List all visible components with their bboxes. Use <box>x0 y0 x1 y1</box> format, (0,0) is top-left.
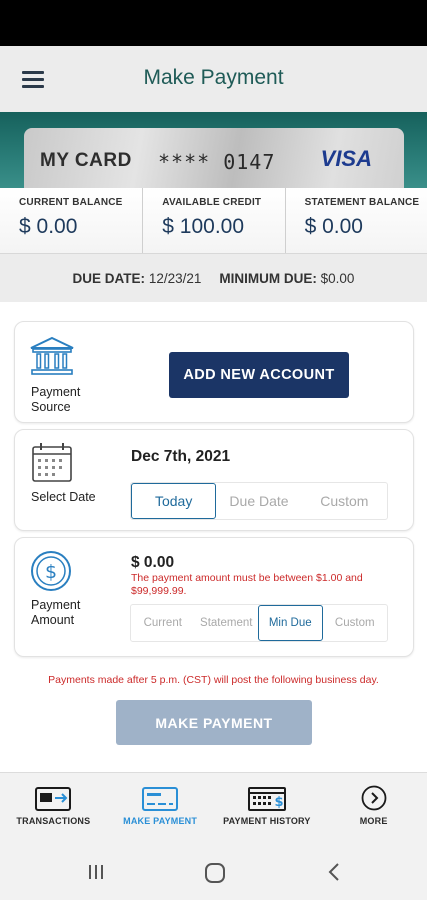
payment-amount-value[interactable]: $ 0.00 <box>131 554 174 572</box>
add-new-account-button[interactable]: ADD NEW ACCOUNT <box>169 352 349 398</box>
select-date-panel: Select Date Dec 7th, 2021 Today Due Date… <box>14 429 414 531</box>
current-balance-label: CURRENT BALANCE <box>19 197 123 208</box>
select-date-label: Select Date <box>31 490 96 504</box>
dollar-circle-icon: $ <box>31 551 71 591</box>
minimum-due: MINIMUM DUE: $0.00 <box>219 271 354 286</box>
balance-summary: CURRENT BALANCE $ 0.00 AVAILABLE CREDIT … <box>0 188 427 254</box>
minimum-due-label: MINIMUM DUE: <box>219 270 317 286</box>
date-option-custom[interactable]: Custom <box>302 483 387 519</box>
nav-transactions[interactable]: TRANSACTIONS <box>0 773 107 844</box>
minimum-due-value: $0.00 <box>320 270 355 286</box>
statement-balance-label: STATEMENT BALANCE <box>304 197 420 208</box>
payment-amount-error: The payment amount must be between $1.00… <box>131 572 363 597</box>
nav-transactions-label: TRANSACTIONS <box>16 816 91 826</box>
calendar-icon <box>32 443 72 482</box>
system-navigation-bar <box>0 844 427 900</box>
status-bar <box>0 0 427 46</box>
amount-option-min-due[interactable]: Min Due <box>258 605 323 641</box>
bank-icon <box>30 336 74 375</box>
cutoff-notice: Payments made after 5 p.m. (CST) will po… <box>48 674 379 686</box>
payment-source-label: Payment Source <box>31 385 81 414</box>
card-banner: MY CARD **** 0147 VISA <box>0 112 427 188</box>
statement-balance-value: $ 0.00 <box>304 215 363 238</box>
date-options: Today Due Date Custom <box>130 482 388 520</box>
payment-source-panel: Payment Source ADD NEW ACCOUNT <box>14 321 414 423</box>
payment-history-icon: $ <box>247 787 286 811</box>
make-payment-button[interactable]: MAKE PAYMENT <box>116 700 312 745</box>
current-balance: CURRENT BALANCE $ 0.00 <box>0 188 142 253</box>
available-credit: AVAILABLE CREDIT $ 100.00 <box>142 188 284 253</box>
due-info: DUE DATE: 12/23/21 MINIMUM DUE: $0.00 <box>0 254 427 302</box>
svg-text:$: $ <box>45 561 57 583</box>
payment-amount-label: Payment Amount <box>31 598 81 627</box>
selected-date-value: Dec 7th, 2021 <box>131 448 231 465</box>
nav-payment-history[interactable]: $ PAYMENT HISTORY <box>214 773 321 844</box>
amount-option-statement[interactable]: Statement <box>195 605 259 641</box>
due-date-value: 12/23/21 <box>148 270 202 286</box>
app-bar: Make Payment <box>0 46 427 112</box>
nav-more-label: MORE <box>359 816 388 826</box>
visa-logo: VISA <box>320 146 372 171</box>
nav-make-payment-label: MAKE PAYMENT <box>123 816 198 826</box>
bottom-navigation: TRANSACTIONS MAKE PAYMENT $ PAYMENT HIST… <box>0 772 427 844</box>
recent-apps-icon[interactable] <box>86 862 106 882</box>
card-payment-icon <box>142 787 179 811</box>
available-credit-label: AVAILABLE CREDIT <box>162 197 262 208</box>
nav-payment-history-label: PAYMENT HISTORY <box>223 816 311 826</box>
page-title: Make Payment <box>143 66 284 89</box>
card-number: **** 0147 <box>158 150 276 174</box>
date-option-due-date[interactable]: Due Date <box>216 483 301 519</box>
more-chevron-icon <box>361 785 387 811</box>
due-date: DUE DATE: 12/23/21 <box>73 271 202 286</box>
card-transfer-icon <box>35 787 72 811</box>
svg-text:$: $ <box>274 795 283 810</box>
back-icon[interactable] <box>326 862 342 882</box>
amount-option-custom[interactable]: Custom <box>323 605 387 641</box>
card-name: MY CARD <box>40 150 132 171</box>
date-option-today[interactable]: Today <box>131 483 217 519</box>
credit-card-image: MY CARD **** 0147 VISA <box>24 128 404 188</box>
nav-make-payment[interactable]: MAKE PAYMENT <box>107 773 214 844</box>
payment-amount-panel: $ Payment Amount $ 0.00 The payment amou… <box>14 537 414 657</box>
statement-balance: STATEMENT BALANCE $ 0.00 <box>284 188 427 253</box>
current-balance-value: $ 0.00 <box>19 215 78 238</box>
amount-options: Current Statement Min Due Custom <box>130 604 388 642</box>
amount-option-current[interactable]: Current <box>131 605 195 641</box>
available-credit-value: $ 100.00 <box>162 215 245 238</box>
home-icon[interactable] <box>204 862 226 884</box>
payment-form: Payment Source ADD NEW ACCOUNT Select Da… <box>0 302 427 772</box>
due-date-label: DUE DATE: <box>72 270 146 286</box>
nav-more[interactable]: MORE <box>320 773 427 844</box>
